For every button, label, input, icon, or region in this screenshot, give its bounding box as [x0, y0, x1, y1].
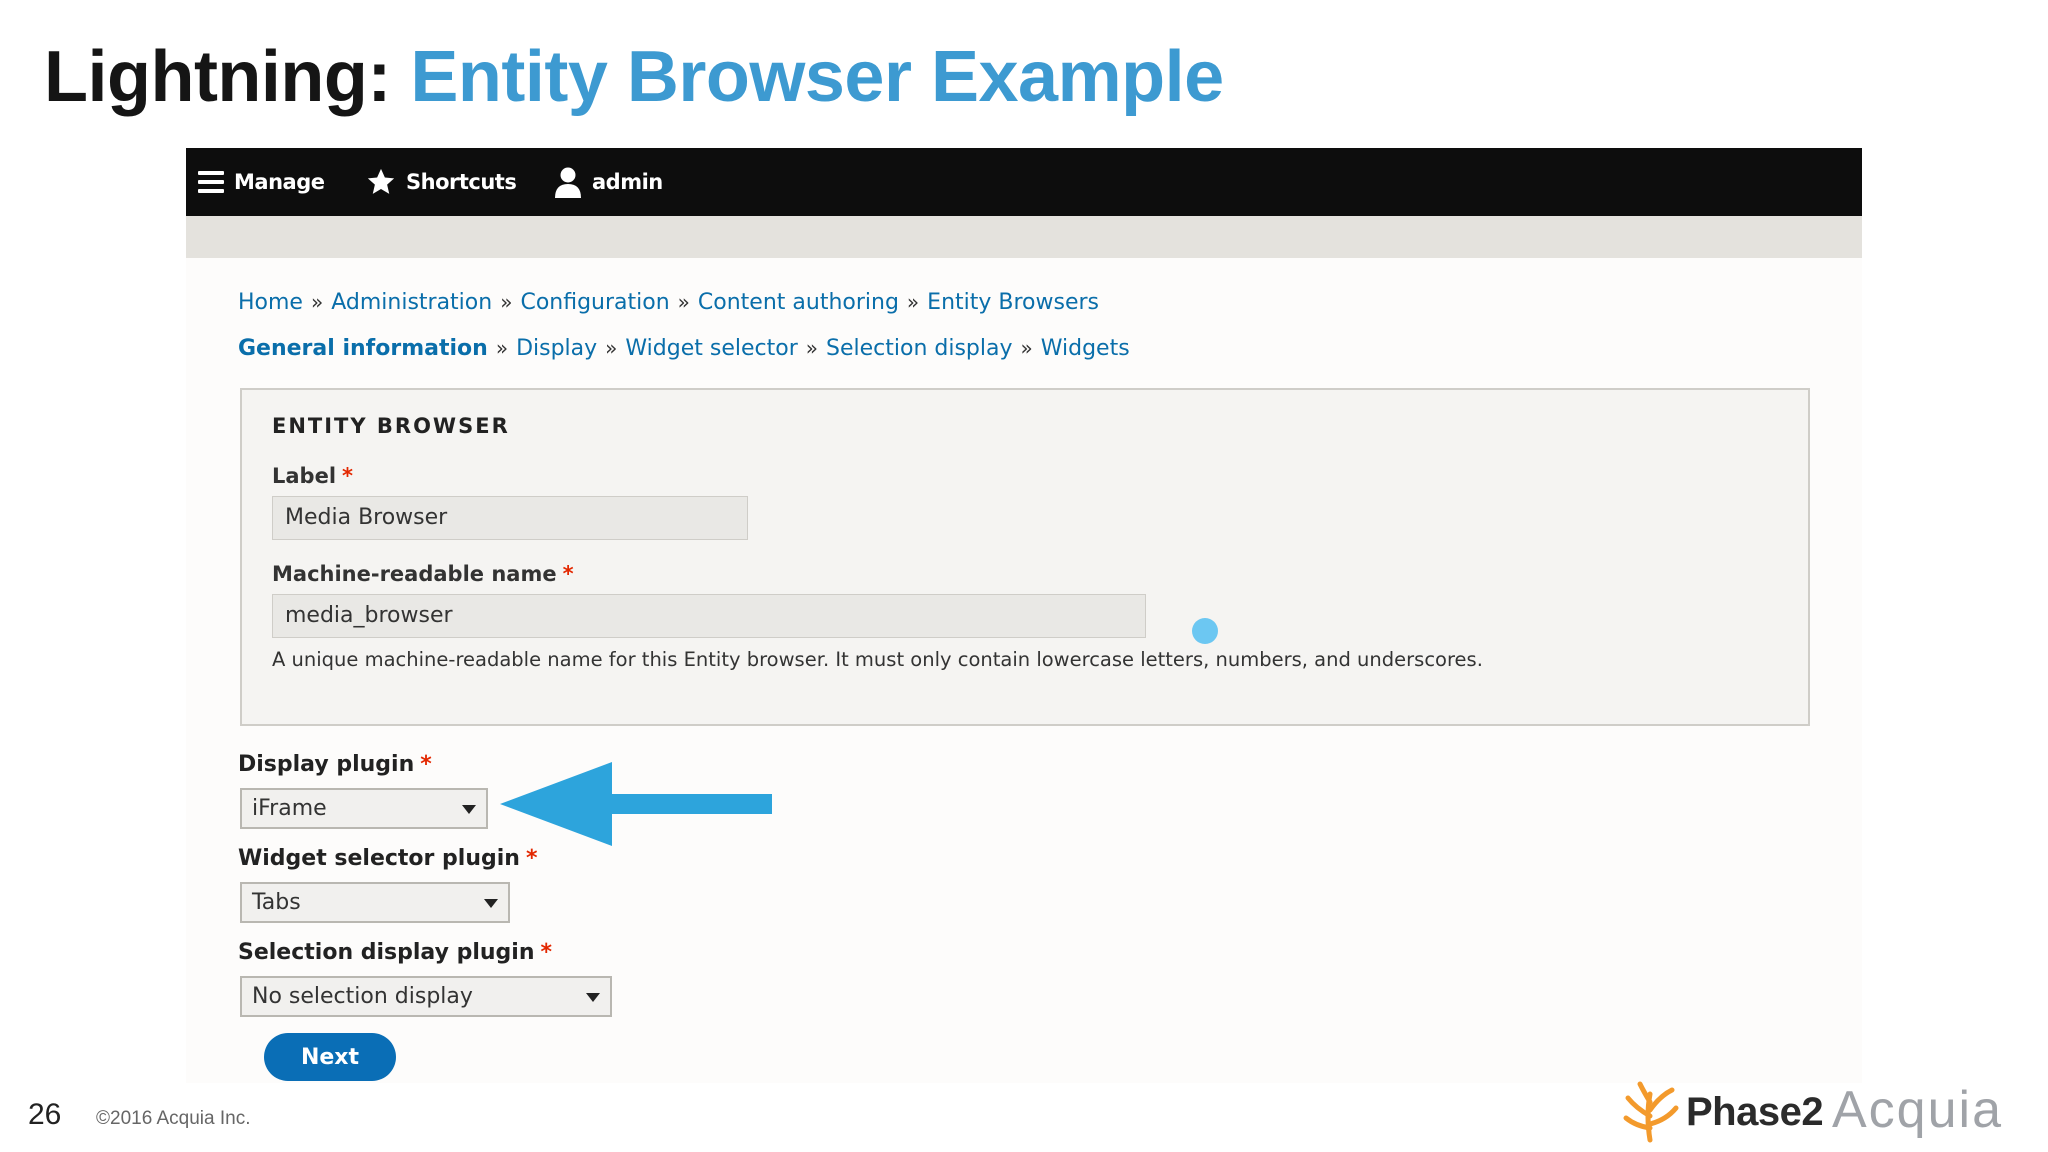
widget-selector-plugin-value: Tabs [252, 890, 301, 915]
slide-title: Lightning: Entity Browser Example [44, 36, 1224, 118]
dropdown-arrow-icon [462, 805, 476, 814]
annotation-arrow [500, 762, 772, 846]
selection-display-plugin-label: Selection display plugin * [238, 940, 553, 965]
hamburger-menu-icon [198, 171, 224, 193]
required-marker: * [342, 464, 354, 488]
breadcrumb-administration[interactable]: Administration [331, 290, 492, 315]
phase2-logo: Phase2 [1620, 1080, 1824, 1144]
machine-name-description: A unique machine-readable name for this … [272, 648, 1483, 671]
acquia-logo-text: Acquia [1832, 1081, 2003, 1139]
label-field-label: Label * [272, 464, 354, 488]
step-widget-selector[interactable]: Widget selector [625, 336, 797, 361]
breadcrumb-configuration[interactable]: Configuration [520, 290, 669, 315]
next-button[interactable]: Next [264, 1033, 396, 1081]
widget-selector-plugin-select[interactable]: Tabs [240, 882, 510, 923]
cursor-highlight [1192, 618, 1218, 644]
display-plugin-label: Display plugin * [238, 752, 432, 777]
required-marker: * [562, 562, 574, 586]
required-marker: * [420, 752, 432, 777]
toolbar-shortcuts[interactable]: Shortcuts [366, 148, 517, 216]
selection-display-plugin-select[interactable]: No selection display [240, 976, 612, 1017]
entity-browser-fieldset: ENTITY BROWSER Label * Media Browser Mach… [240, 388, 1810, 726]
dropdown-arrow-icon [484, 899, 498, 908]
slide-title-prefix: Lightning: [44, 37, 391, 117]
phase2-flame-icon [1623, 1081, 1679, 1143]
user-icon [555, 167, 581, 198]
step-general-information[interactable]: General information [238, 336, 488, 361]
machine-name-input[interactable]: media_browser [272, 594, 1146, 638]
slide-title-accent: Entity Browser Example [410, 37, 1224, 117]
drupal-screenshot: Manage Shortcuts admin Home» Administrati… [186, 148, 1862, 1083]
breadcrumb-content-authoring[interactable]: Content authoring [698, 290, 899, 315]
display-plugin-select[interactable]: iFrame [240, 788, 488, 829]
toolbar-admin-label: admin [592, 170, 663, 194]
selection-display-plugin-value: No selection display [252, 984, 473, 1009]
toolbar-tray [186, 216, 1862, 258]
step-display[interactable]: Display [516, 336, 597, 361]
copyright: ©2016 Acquia Inc. [96, 1108, 251, 1129]
fieldset-legend: ENTITY BROWSER [272, 414, 510, 438]
page-number: 26 [28, 1098, 62, 1131]
breadcrumb-home[interactable]: Home [238, 290, 303, 315]
admin-toolbar: Manage Shortcuts admin [186, 148, 1862, 216]
label-input[interactable]: Media Browser [272, 496, 748, 540]
step-widgets[interactable]: Widgets [1041, 336, 1130, 361]
toolbar-manage-label: Manage [234, 170, 325, 194]
dropdown-arrow-icon [586, 993, 600, 1002]
display-plugin-value: iFrame [252, 796, 327, 821]
toolbar-manage[interactable]: Manage [198, 148, 325, 216]
widget-selector-plugin-label: Widget selector plugin * [238, 846, 538, 871]
star-icon [367, 168, 395, 194]
required-marker: * [525, 846, 538, 871]
breadcrumb: Home» Administration» Configuration» Conten… [238, 290, 1100, 315]
machine-name-label: Machine-readable name * [272, 562, 574, 586]
toolbar-admin[interactable]: admin [554, 148, 663, 216]
phase2-logo-text: Phase2 [1686, 1089, 1824, 1134]
wizard-steps: General information» Display» Widget selec… [238, 336, 1130, 361]
acquia-logo: Acquia [1832, 1080, 2003, 1140]
required-marker: * [540, 940, 553, 965]
breadcrumb-entity-browsers[interactable]: Entity Browsers [927, 290, 1099, 315]
toolbar-shortcuts-label: Shortcuts [406, 170, 517, 194]
step-selection-display[interactable]: Selection display [826, 336, 1013, 361]
